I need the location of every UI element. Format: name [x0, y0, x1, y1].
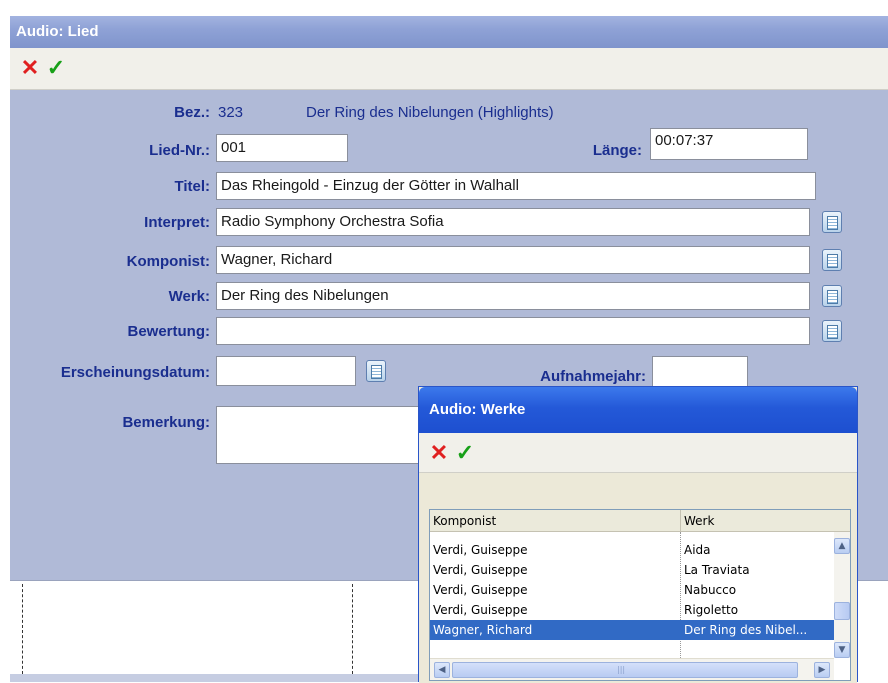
interpret-label: Interpret:	[144, 214, 210, 231]
werk-field[interactable]: Der Ring des Nibelungen	[216, 282, 810, 310]
list-item[interactable]: Verdi, Guiseppe Aida	[430, 540, 834, 560]
lied-nr-field[interactable]: 001	[216, 134, 348, 162]
row-werk: Rigoletto	[684, 603, 739, 617]
laenge-field[interactable]: 00:07:37	[650, 128, 808, 160]
row-komponist: Verdi, Guiseppe	[433, 543, 528, 557]
horizontal-scroll-thumb[interactable]	[452, 662, 798, 678]
bez-number: 323	[218, 104, 244, 121]
audio-werke-dialog: Audio: Werke ✕ ✓ Komponist Werk Verdi, G…	[418, 386, 858, 683]
row-werk: La Traviata	[684, 563, 750, 577]
row-werk: Nabucco	[684, 583, 737, 597]
row-werk: Der Ring des Nibel...	[684, 623, 808, 637]
interpret-picker-icon[interactable]	[822, 211, 842, 233]
bewertung-picker-icon[interactable]	[822, 320, 842, 342]
bewertung-label: Bewertung:	[127, 323, 211, 340]
grid-divider	[22, 584, 23, 674]
bez-label: Bez.:	[174, 104, 210, 121]
lied-nr-label: Lied-Nr.:	[149, 142, 210, 159]
laenge-label: Länge:	[592, 142, 642, 159]
row-werk: Aida	[684, 543, 711, 557]
erscheinungsdatum-label: Erscheinungsdatum:	[60, 364, 210, 381]
horizontal-scrollbar[interactable]: ◀ ▶	[430, 658, 834, 680]
aufnahmejahr-label: Aufnahmejahr:	[540, 368, 646, 385]
main-toolbar: ✕ ✓	[10, 48, 888, 90]
interpret-field[interactable]: Radio Symphony Orchestra Sofia	[216, 208, 810, 236]
popup-toolbar: ✕ ✓	[419, 433, 857, 473]
confirm-check-icon[interactable]: ✓	[44, 56, 68, 80]
vertical-scrollbar[interactable]: ▲ ▼	[834, 532, 850, 658]
werk-picker-icon[interactable]	[822, 285, 842, 307]
list-header: Komponist Werk	[430, 510, 850, 532]
column-header-komponist[interactable]: Komponist	[430, 510, 680, 532]
aufnahmejahr-field[interactable]	[652, 356, 748, 388]
komponist-picker-icon[interactable]	[822, 249, 842, 271]
bemerkung-field[interactable]	[216, 406, 436, 464]
window-title: Audio: Lied	[10, 16, 888, 48]
bewertung-field[interactable]	[216, 317, 810, 345]
row-komponist: Wagner, Richard	[433, 623, 533, 637]
bemerkung-label: Bemerkung:	[122, 414, 210, 431]
row-komponist: Verdi, Guiseppe	[433, 603, 528, 617]
row-komponist: Verdi, Guiseppe	[433, 563, 528, 577]
row-komponist: Verdi, Guiseppe	[433, 583, 528, 597]
scroll-right-icon[interactable]: ▶	[814, 662, 830, 678]
titel-field[interactable]: Das Rheingold - Einzug der Götter in Wal…	[216, 172, 816, 200]
scroll-thumb[interactable]	[834, 602, 850, 620]
werke-list: Komponist Werk Verdi, Guiseppe Aida Verd…	[429, 509, 851, 681]
popup-cancel-icon[interactable]: ✕	[427, 441, 451, 465]
list-item-selected[interactable]: Wagner, Richard Der Ring des Nibel...	[430, 620, 834, 640]
erscheinungsdatum-picker-icon[interactable]	[366, 360, 386, 382]
list-item[interactable]: Verdi, Guiseppe Rigoletto	[430, 600, 834, 620]
grid-divider	[352, 584, 353, 674]
popup-title: Audio: Werke	[419, 387, 857, 433]
grid-footer	[10, 674, 430, 682]
list-item[interactable]: Verdi, Guiseppe Nabucco	[430, 580, 834, 600]
scroll-left-icon[interactable]: ◀	[434, 662, 450, 678]
popup-confirm-check-icon[interactable]: ✓	[453, 441, 477, 465]
titel-label: Titel:	[174, 178, 210, 195]
scroll-up-icon[interactable]: ▲	[834, 538, 850, 554]
column-header-werk[interactable]: Werk	[680, 510, 834, 532]
scroll-down-icon[interactable]: ▼	[834, 642, 850, 658]
komponist-label: Komponist:	[126, 253, 210, 270]
list-item[interactable]: Verdi, Guiseppe La Traviata	[430, 560, 834, 580]
werk-label: Werk:	[168, 288, 210, 305]
bez-album: Der Ring des Nibelungen (Highlights)	[306, 104, 554, 121]
erscheinungsdatum-field[interactable]	[216, 356, 356, 386]
komponist-field[interactable]: Wagner, Richard	[216, 246, 810, 274]
cancel-icon[interactable]: ✕	[18, 56, 42, 80]
